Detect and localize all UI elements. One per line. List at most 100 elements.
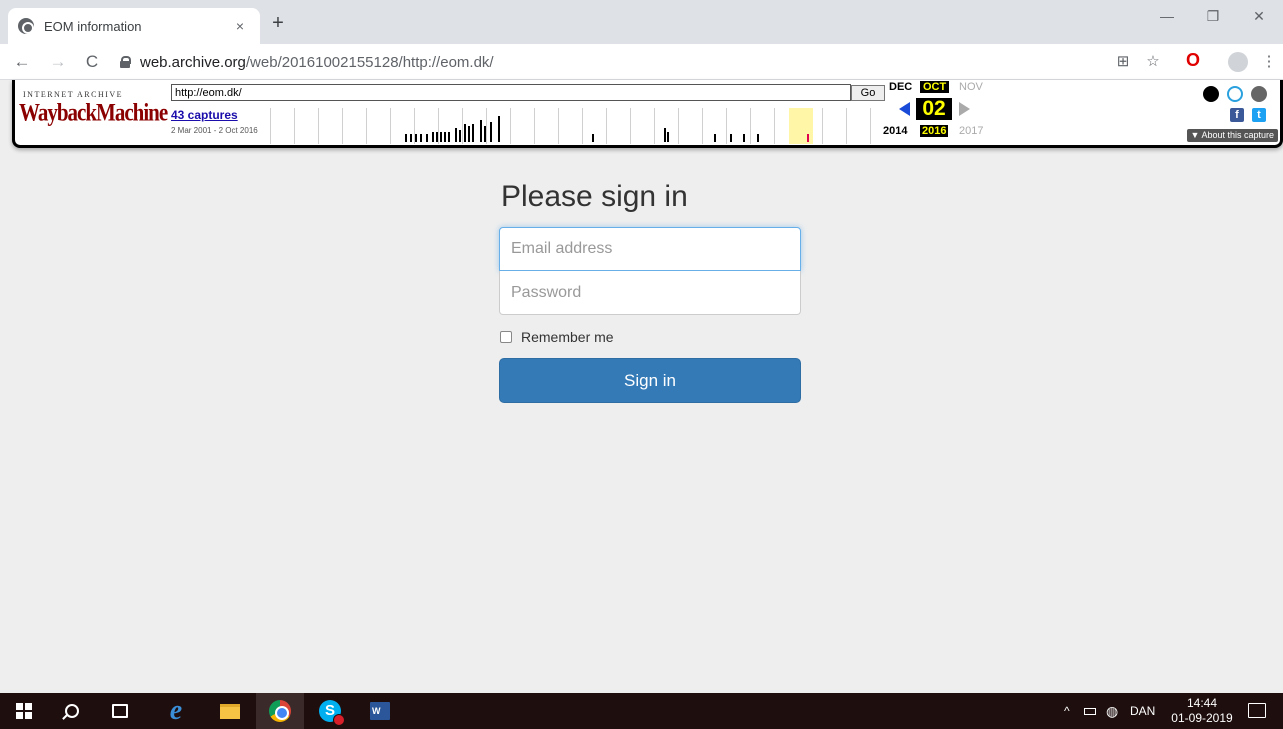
wayback-toolbar: INTERNET ARCHIVE WaybackMachine Go 43 ca… [12, 80, 1283, 148]
tab-close-icon[interactable]: × [230, 18, 250, 34]
taskbar-word[interactable]: W [356, 693, 404, 729]
bookmark-star-icon[interactable]: ☆ [1142, 52, 1164, 70]
reload-button[interactable]: C [80, 52, 104, 72]
sparkline-capture-bar[interactable] [484, 126, 486, 142]
folder-icon [220, 703, 240, 719]
forward-button[interactable]: → [46, 52, 70, 72]
sparkline-year-tick [270, 108, 271, 144]
sparkline-capture-bar[interactable] [664, 128, 666, 142]
sparkline-capture-bar[interactable] [459, 130, 461, 142]
lock-icon [120, 56, 131, 68]
address-bar[interactable]: web.archive.org/web/20161002155128/http:… [120, 48, 1110, 76]
taskbar-ie[interactable]: e [152, 693, 200, 729]
profile-avatar[interactable] [1228, 52, 1248, 72]
taskbar-skype[interactable]: S [306, 693, 354, 729]
sparkline-capture-bar[interactable] [420, 134, 422, 142]
facebook-icon[interactable]: f [1230, 108, 1244, 122]
captures-link[interactable]: 43 captures [171, 108, 238, 122]
taskbar-file-explorer[interactable] [206, 693, 254, 729]
sparkline-year-tick [390, 108, 391, 144]
system-clock[interactable]: 14:44 01-09-2019 [1166, 696, 1238, 726]
sparkline-capture-bar[interactable] [432, 132, 434, 142]
user-account-icon[interactable] [1203, 86, 1219, 102]
sparkline-capture-bar[interactable] [415, 134, 417, 142]
remember-me-checkbox[interactable] [500, 331, 512, 343]
sparkline-year-tick [414, 108, 415, 144]
sparkline-capture-bar[interactable] [807, 134, 809, 142]
sparkline-capture-bar[interactable] [592, 134, 594, 142]
password-input[interactable] [499, 271, 801, 315]
browser-tab[interactable]: EOM information × [8, 8, 260, 44]
sparkline-capture-bar[interactable] [444, 132, 446, 142]
about-capture-button[interactable]: ▼ About this capture [1186, 129, 1278, 142]
sparkline-capture-bar[interactable] [480, 120, 482, 142]
next-capture-arrow-icon [959, 102, 970, 116]
skype-icon: S [319, 700, 345, 726]
sparkline-capture-bar[interactable] [498, 116, 500, 142]
sparkline-capture-bar[interactable] [714, 134, 716, 142]
next-month-label: NOV [959, 81, 983, 93]
sparkline-capture-bar[interactable] [405, 134, 407, 142]
sparkline-capture-bar[interactable] [468, 126, 470, 142]
back-button[interactable]: ← [10, 52, 34, 72]
sparkline-capture-bar[interactable] [757, 134, 759, 142]
sparkline-year-tick [726, 108, 727, 144]
prev-capture-arrow-icon[interactable] [899, 102, 910, 116]
windows-taskbar: e S W ^ ◍ DAN 14:44 01-09-2019 [0, 693, 1283, 729]
clock-time: 14:44 [1186, 696, 1218, 710]
tray-chevron-icon[interactable]: ^ [1064, 693, 1070, 729]
sparkline-year-tick [462, 108, 463, 144]
start-button[interactable] [0, 693, 48, 729]
minimize-button[interactable]: — [1144, 8, 1190, 24]
sparkline-capture-bar[interactable] [410, 134, 412, 142]
sparkline-capture-bar[interactable] [448, 132, 450, 142]
internet-explorer-icon: e [169, 695, 183, 726]
current-month-label: OCT [920, 81, 950, 93]
new-tab-button[interactable]: + [266, 12, 290, 35]
prev-year-label[interactable]: 2014 [883, 125, 907, 137]
sparkline-capture-bar[interactable] [730, 134, 732, 142]
signin-button[interactable]: Sign in [499, 358, 801, 403]
taskbar-chrome[interactable] [256, 693, 304, 729]
capture-sparkline[interactable] [270, 108, 880, 144]
sparkline-year-tick [822, 108, 823, 144]
twitter-icon[interactable]: t [1252, 108, 1266, 122]
sparkline-year-tick [606, 108, 607, 144]
sparkline-capture-bar[interactable] [464, 124, 466, 142]
wayback-go-button[interactable]: Go [851, 85, 885, 101]
sparkline-year-tick [294, 108, 295, 144]
restore-button[interactable]: ❐ [1190, 8, 1236, 25]
help-icon[interactable] [1227, 86, 1243, 102]
notification-center-icon[interactable] [1248, 703, 1266, 718]
windows-logo-icon [16, 703, 32, 719]
chrome-menu-icon[interactable]: ⋮ [1258, 52, 1280, 70]
current-day-label: 02 [916, 98, 952, 120]
remember-me-label: Remember me [521, 329, 614, 345]
sparkline-capture-bar[interactable] [426, 134, 428, 142]
wayback-url-input[interactable] [171, 84, 851, 101]
tab-title: EOM information [44, 18, 142, 34]
close-window-button[interactable]: ✕ [1236, 8, 1282, 25]
opera-extension-icon[interactable]: O [1182, 50, 1204, 71]
prev-month-label[interactable]: DEC [889, 81, 912, 93]
taskbar-search-button[interactable] [48, 693, 96, 729]
sparkline-year-tick [318, 108, 319, 144]
sparkline-capture-bar[interactable] [472, 124, 474, 142]
sparkline-capture-bar[interactable] [490, 122, 492, 142]
sparkline-capture-bar[interactable] [455, 128, 457, 142]
sparkline-capture-bar[interactable] [743, 134, 745, 142]
language-indicator[interactable]: DAN [1130, 693, 1155, 729]
browser-toolbar: ← → C web.archive.org/web/20161002155128… [0, 44, 1283, 80]
remember-me-row[interactable]: Remember me [499, 329, 801, 345]
wayback-logo[interactable]: WaybackMachine [19, 98, 168, 128]
sparkline-capture-bar[interactable] [667, 132, 669, 142]
battery-icon[interactable] [1084, 693, 1096, 729]
wifi-icon[interactable]: ◍ [1106, 693, 1118, 729]
close-toolbar-icon[interactable] [1251, 86, 1267, 102]
task-view-button[interactable] [96, 693, 144, 729]
email-input[interactable] [499, 227, 801, 271]
sparkline-capture-bar[interactable] [440, 132, 442, 142]
translate-icon[interactable]: ⊞ [1112, 52, 1134, 70]
url-domain: web.archive.org [140, 53, 246, 71]
sparkline-capture-bar[interactable] [436, 132, 438, 142]
